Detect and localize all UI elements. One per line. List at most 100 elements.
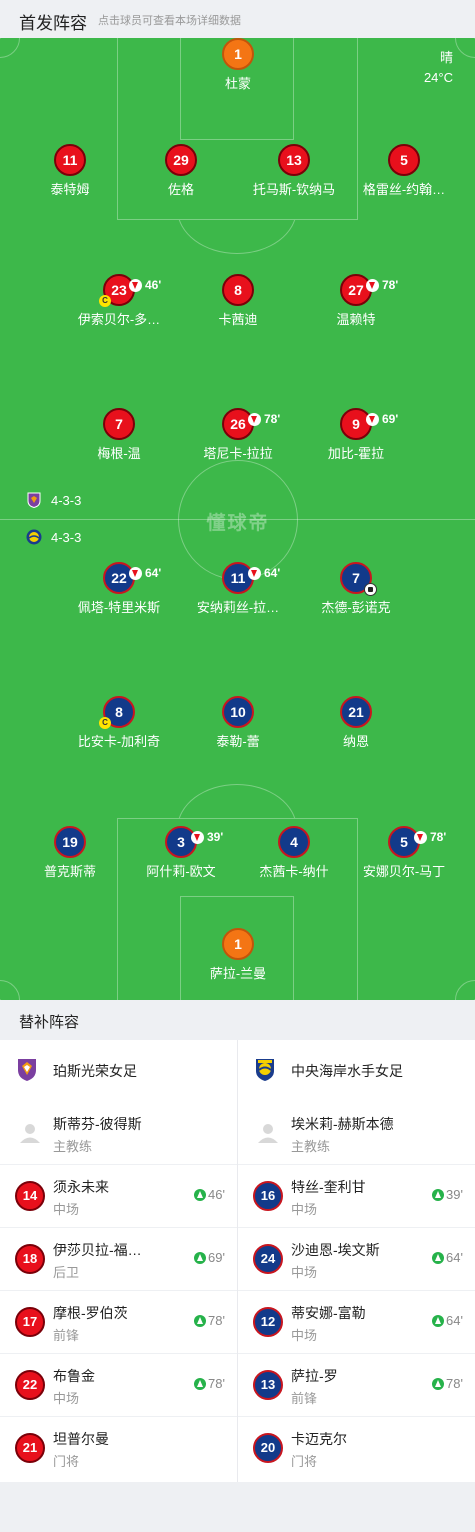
player-home-def-4[interactable]: 5 格雷丝-约翰… — [344, 144, 464, 198]
player-number: 24 — [253, 1244, 283, 1274]
player-name: 阿什莉-欧文 — [146, 864, 216, 879]
player-name: 温赖特 — [336, 312, 376, 327]
sub-out-minute: 78' — [430, 830, 447, 844]
player-away-fwd-3[interactable]: 7 杰德-彭诺克 — [296, 562, 416, 616]
player-name: 安纳莉丝-拉… — [196, 600, 280, 615]
player-away-fwd-1[interactable]: 22 64' 佩塔-特里米斯 — [59, 562, 179, 616]
away-sub-row[interactable]: 16 特丝-奎利甘 中场 39' — [238, 1165, 475, 1228]
away-subs-column: 中央海岸水手女足 埃米莉-赫斯本德 主教练 16 特丝-奎利甘 中场 39' 2… — [238, 1040, 475, 1482]
player-position: 中场 — [291, 1265, 318, 1280]
player-position: 前锋 — [291, 1391, 318, 1406]
player-number: 23 C 46' — [99, 274, 161, 307]
player-name: 杰茜卡-纳什 — [259, 864, 329, 879]
player-number-text: 3 — [177, 834, 185, 850]
player-away-gk[interactable]: 1 萨拉-兰曼 — [178, 928, 298, 982]
away-formation: 4-3-3 — [26, 528, 81, 546]
player-name: 摩根-罗伯茨 — [53, 1305, 128, 1321]
home-sub-row[interactable]: 21 坦普尔曼 门将 — [0, 1417, 237, 1480]
player-number: 16 — [253, 1181, 283, 1211]
player-home-def-2[interactable]: 29 佐格 — [121, 144, 241, 198]
home-coach-row[interactable]: 斯蒂芬-彼得斯 主教练 — [0, 1102, 237, 1165]
player-name: 泰勒-蕾 — [216, 734, 260, 749]
player-home-mid-3[interactable]: 27 78' 温赖特 — [296, 274, 416, 328]
sub-out-arrow-icon — [129, 566, 142, 580]
player-name: 蒂安娜-富勒 — [291, 1305, 366, 1321]
player-number: 22 64' — [103, 562, 161, 594]
player-number: 17 — [15, 1307, 45, 1337]
player-position: 后卫 — [53, 1265, 80, 1280]
player-number-text: 8 — [115, 704, 123, 720]
home-sub-row[interactable]: 14 须永未来 中场 46' — [0, 1165, 237, 1228]
player-away-mid-3[interactable]: 21 纳恩 — [296, 696, 416, 750]
home-sub-row[interactable]: 22 布鲁金 中场 78' — [0, 1354, 237, 1417]
player-number: 11 64' — [222, 562, 280, 594]
home-sub-row[interactable]: 17 摩根-罗伯茨 前锋 78' — [0, 1291, 237, 1354]
sub-out-indicator: 46' — [129, 271, 161, 299]
player-number: 19 — [54, 826, 86, 858]
player-name: 伊索贝尔-多… — [77, 312, 161, 327]
sub-in-arrow-icon — [432, 1188, 445, 1201]
sub-in-minute: 78' — [208, 1376, 225, 1391]
player-away-def-3[interactable]: 4 杰茜卡-纳什 — [234, 826, 354, 880]
away-sub-row[interactable]: 24 沙迪恩-埃文斯 中场 64' — [238, 1228, 475, 1291]
player-name: 伊莎贝拉-福… — [53, 1242, 142, 1258]
sub-out-indicator: 39' — [191, 823, 223, 851]
player-home-mid-2[interactable]: 8 卡茜迪 — [178, 274, 298, 328]
sub-in-minute: 64' — [446, 1250, 463, 1265]
player-number-text: 9 — [352, 416, 360, 432]
sub-out-minute: 64' — [264, 566, 281, 580]
ball-icon — [364, 583, 377, 596]
player-home-def-3[interactable]: 13 托马斯-钦纳马 — [234, 144, 354, 198]
player-number: 13 — [278, 144, 310, 176]
away-sub-row[interactable]: 12 蒂安娜-富勒 中场 64' — [238, 1291, 475, 1354]
sub-in-time: 39' — [432, 1187, 463, 1202]
player-away-def-4[interactable]: 5 78' 安娜贝尔-马丁 — [344, 826, 464, 880]
player-away-mid-1[interactable]: 8 C 比安卡-加利奇 — [59, 696, 179, 750]
away-coach-row[interactable]: 埃米莉-赫斯本德 主教练 — [238, 1102, 475, 1165]
away-sub-row[interactable]: 20 卡迈克尔 门将 — [238, 1417, 475, 1480]
sub-in-minute: 39' — [446, 1187, 463, 1202]
sub-in-arrow-icon — [432, 1314, 445, 1327]
sub-in-time: 46' — [194, 1187, 225, 1202]
home-sub-row[interactable]: 18 伊莎贝拉-福… 后卫 69' — [0, 1228, 237, 1291]
sub-out-minute: 39' — [207, 830, 224, 844]
player-number: 29 — [165, 144, 197, 176]
player-number-text: 5 — [400, 834, 408, 850]
sub-in-arrow-icon — [432, 1377, 445, 1390]
away-sub-row[interactable]: 13 萨拉-罗 前锋 78' — [238, 1354, 475, 1417]
sub-out-indicator: 78' — [248, 405, 280, 433]
player-number: 26 78' — [222, 408, 280, 440]
player-home-mid-1[interactable]: 23 C 46' 伊索贝尔-多… — [59, 274, 179, 328]
player-home-def-1[interactable]: 11 泰特姆 — [10, 144, 130, 198]
away-formation-label: 4-3-3 — [51, 529, 82, 545]
weather-condition: 晴 — [439, 50, 453, 65]
player-number: 7 — [340, 562, 377, 596]
home-formation-label: 4-3-3 — [51, 492, 82, 508]
sub-in-arrow-icon — [194, 1314, 207, 1327]
subs-panel: 珀斯光荣女足 斯蒂芬-彼得斯 主教练 14 须永未来 中场 46' 18 伊莎贝… — [0, 1040, 475, 1482]
player-away-def-2[interactable]: 3 39' 阿什莉-欧文 — [121, 826, 241, 880]
sub-in-time: 69' — [194, 1250, 225, 1265]
sub-out-indicator: 64' — [129, 559, 161, 587]
player-number: 21 — [340, 696, 372, 728]
player-name: 安娜贝尔-马丁 — [362, 864, 446, 879]
home-team-logo-icon — [27, 492, 41, 508]
player-position: 前锋 — [53, 1328, 80, 1343]
player-away-mid-2[interactable]: 10 泰勒-蕾 — [178, 696, 298, 750]
player-name: 普克斯蒂 — [43, 864, 96, 879]
player-home-gk[interactable]: 1 杜蒙 — [178, 38, 298, 92]
player-home-fwd-2[interactable]: 26 78' 塔尼卡-拉拉 — [178, 408, 298, 462]
player-away-def-1[interactable]: 19 普克斯蒂 — [10, 826, 130, 880]
player-name: 纳恩 — [342, 734, 369, 749]
player-name: 梅根-温 — [97, 446, 141, 461]
player-name: 沙迪恩-埃文斯 — [291, 1242, 380, 1258]
player-position: 门将 — [53, 1454, 80, 1469]
player-home-fwd-1[interactable]: 7 梅根-温 — [59, 408, 179, 462]
player-number-text: 26 — [230, 416, 246, 432]
player-number-text: 23 — [111, 282, 127, 298]
player-position: 中场 — [53, 1202, 80, 1217]
coach-role: 主教练 — [53, 1139, 93, 1154]
player-away-fwd-2[interactable]: 11 64' 安纳莉丝-拉… — [178, 562, 298, 616]
player-home-fwd-3[interactable]: 9 69' 加比-霍拉 — [296, 408, 416, 462]
weather-info: 晴 24°C — [424, 48, 453, 88]
